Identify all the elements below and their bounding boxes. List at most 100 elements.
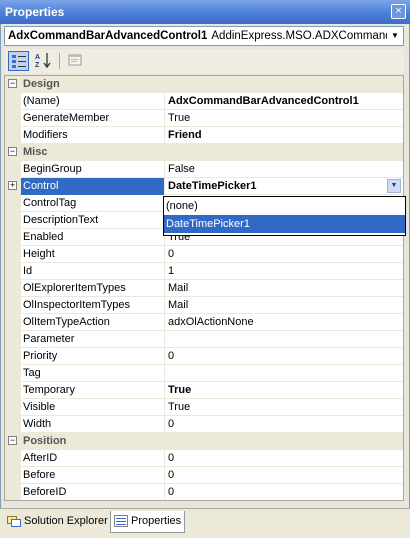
- property-row[interactable]: Modifiers Friend: [5, 127, 403, 144]
- property-row[interactable]: GenerateMember True: [5, 110, 403, 127]
- row-gutter: [5, 314, 21, 331]
- property-value[interactable]: 0: [168, 467, 403, 484]
- property-row[interactable]: Tag: [5, 365, 403, 382]
- property-value[interactable]: 0: [168, 246, 403, 263]
- dropdown-option-selected[interactable]: DateTimePicker1: [164, 215, 405, 233]
- chevron-down-icon[interactable]: ▼: [387, 27, 403, 45]
- solution-explorer-icon: [7, 516, 21, 527]
- category-misc[interactable]: − Misc: [5, 144, 403, 161]
- selected-object-type: AddinExpress.MSO.ADXCommandBa: [211, 30, 404, 42]
- properties-toolbar: A Z: [4, 49, 404, 73]
- row-gutter: [5, 382, 21, 399]
- property-name: Visible: [21, 399, 165, 416]
- svg-text:A: A: [35, 54, 40, 61]
- categorized-button[interactable]: [8, 51, 29, 71]
- property-value[interactable]: adxOlActionNone: [168, 314, 403, 331]
- toolbar-separator: [59, 53, 60, 69]
- alphabetical-button[interactable]: A Z: [32, 51, 53, 71]
- property-value[interactable]: True: [168, 399, 403, 416]
- category-label: Design: [23, 78, 60, 90]
- tab-label: Properties: [131, 515, 182, 527]
- selected-object-name: AdxCommandBarAdvancedControl1: [8, 30, 208, 42]
- chevron-down-icon: ▼: [390, 182, 398, 189]
- category-design[interactable]: − Design: [5, 76, 403, 93]
- property-row[interactable]: Width 0: [5, 416, 403, 433]
- row-gutter: [5, 450, 21, 467]
- property-name: Control: [21, 178, 165, 195]
- property-row[interactable]: Before 0: [5, 467, 403, 484]
- row-gutter: [5, 416, 21, 433]
- dropdown-option[interactable]: (none): [164, 197, 405, 215]
- property-value[interactable]: [168, 365, 403, 382]
- bottom-tab-strip: Solution Explorer Properties: [0, 508, 410, 538]
- property-row[interactable]: OlItemTypeAction adxOlActionNone: [5, 314, 403, 331]
- collapse-icon[interactable]: −: [8, 436, 17, 445]
- property-name: Parameter: [21, 331, 165, 348]
- property-name: Width: [21, 416, 165, 433]
- object-selector[interactable]: AdxCommandBarAdvancedControl1 AddinExpres…: [4, 26, 404, 46]
- property-row[interactable]: BeginGroup False: [5, 161, 403, 178]
- collapse-icon[interactable]: −: [8, 79, 17, 88]
- property-value[interactable]: True: [168, 382, 403, 399]
- property-name: OlInspectorItemTypes: [21, 297, 165, 314]
- property-row[interactable]: Visible True: [5, 399, 403, 416]
- property-row[interactable]: OlInspectorItemTypes Mail: [5, 297, 403, 314]
- property-name: Temporary: [21, 382, 165, 399]
- property-pages-button[interactable]: [64, 51, 85, 71]
- property-pages-icon: [68, 54, 81, 66]
- property-value[interactable]: 0: [168, 416, 403, 433]
- tab-properties[interactable]: Properties: [110, 511, 185, 533]
- property-value[interactable]: False: [168, 161, 403, 178]
- property-value[interactable]: 0: [168, 484, 403, 500]
- categorized-icon: [11, 55, 26, 68]
- row-gutter: [5, 93, 21, 110]
- row-gutter: [5, 263, 21, 280]
- property-row[interactable]: Id 1: [5, 263, 403, 280]
- category-label: Position: [23, 435, 67, 447]
- row-gutter: [5, 246, 21, 263]
- window-title: Properties: [5, 5, 65, 19]
- row-gutter: [5, 331, 21, 348]
- category-position[interactable]: − Position: [5, 433, 403, 450]
- dropdown-button[interactable]: ▼: [387, 179, 401, 193]
- property-value[interactable]: 1: [168, 263, 403, 280]
- property-value[interactable]: True: [168, 110, 403, 127]
- properties-icon: [114, 515, 128, 527]
- property-row[interactable]: BeforeID 0: [5, 484, 403, 500]
- expand-icon[interactable]: +: [8, 181, 17, 190]
- property-value[interactable]: AdxCommandBarAdvancedControl1: [168, 93, 403, 110]
- property-row[interactable]: OlExplorerItemTypes Mail: [5, 280, 403, 297]
- collapse-icon[interactable]: −: [8, 147, 17, 156]
- property-value[interactable]: Friend: [168, 127, 403, 144]
- title-bar: Properties ×: [0, 0, 410, 24]
- property-name: OlItemTypeAction: [21, 314, 165, 331]
- property-row[interactable]: AfterID 0: [5, 450, 403, 467]
- property-value[interactable]: [168, 331, 403, 348]
- property-value[interactable]: 0: [168, 450, 403, 467]
- alphabetical-icon: A Z: [35, 53, 51, 69]
- close-button[interactable]: ×: [391, 4, 406, 19]
- property-row-control[interactable]: + Control DateTimePicker1 ▼: [5, 178, 403, 195]
- property-value[interactable]: Mail: [168, 280, 403, 297]
- property-row[interactable]: (Name) AdxCommandBarAdvancedControl1: [5, 93, 403, 110]
- row-gutter: −: [5, 76, 21, 93]
- row-gutter: [5, 348, 21, 365]
- property-name: GenerateMember: [21, 110, 165, 127]
- row-gutter: [5, 280, 21, 297]
- property-value[interactable]: DateTimePicker1: [168, 178, 403, 195]
- property-row[interactable]: Priority 0: [5, 348, 403, 365]
- close-icon: ×: [395, 5, 402, 17]
- property-value[interactable]: 0: [168, 348, 403, 365]
- category-label: Misc: [23, 146, 48, 158]
- row-gutter: [5, 127, 21, 144]
- property-row[interactable]: Parameter: [5, 331, 403, 348]
- property-value[interactable]: Mail: [168, 297, 403, 314]
- tab-solution-explorer[interactable]: Solution Explorer: [4, 511, 110, 533]
- property-name: (Name): [21, 93, 165, 110]
- property-name: AfterID: [21, 450, 165, 467]
- property-row[interactable]: Height 0: [5, 246, 403, 263]
- row-gutter: −: [5, 433, 21, 450]
- row-gutter: [5, 484, 21, 500]
- property-name: BeginGroup: [21, 161, 165, 178]
- property-row[interactable]: Temporary True: [5, 382, 403, 399]
